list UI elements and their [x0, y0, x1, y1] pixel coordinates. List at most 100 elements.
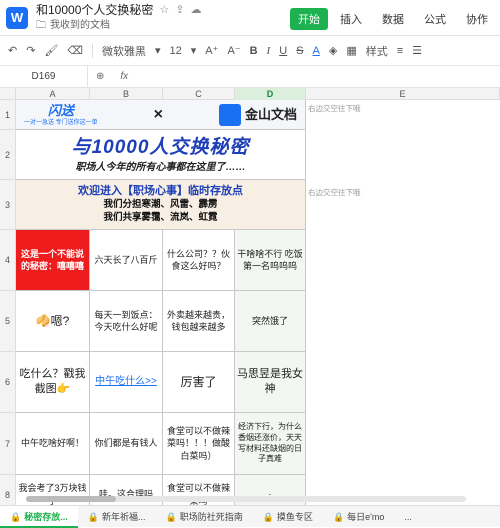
shansong-logo-text: 闪送: [47, 102, 74, 118]
lock-icon: 🔒: [10, 511, 22, 522]
row-header-6[interactable]: 6: [0, 352, 16, 413]
banner-logo-row: 闪送 一对一急送 专门送你这一单 × 金山文档: [16, 100, 306, 130]
side-note-1: 右边交空往下哦: [308, 104, 361, 113]
sheet-tab-guide[interactable]: 🔒 职场防社死指南: [155, 506, 252, 528]
row-header-8[interactable]: 8: [0, 475, 16, 505]
spreadsheet-grid[interactable]: A B C D E 1 2 3 4 5 6 7 8 闪送 一对一急送 专门送你这…: [0, 88, 500, 505]
menu-collab[interactable]: 协作: [458, 8, 496, 30]
underline-button[interactable]: U: [279, 45, 287, 57]
document-title[interactable]: 和10000个人交换秘密: [36, 3, 153, 17]
fill-color-icon[interactable]: ◈: [329, 44, 337, 57]
menu-start[interactable]: 开始: [290, 8, 328, 30]
column-header-e[interactable]: E: [306, 88, 500, 100]
horizontal-scrollbar[interactable]: [26, 496, 466, 502]
menu-formula[interactable]: 公式: [416, 8, 454, 30]
increase-font-icon[interactable]: A⁺: [205, 44, 218, 57]
column-header-a[interactable]: A: [16, 88, 90, 100]
cell-b7[interactable]: 你们都是有钱人: [90, 413, 163, 475]
side-note-2: 右边交空往下哦: [308, 188, 361, 197]
cell-a5[interactable]: 🥠嗯?: [16, 291, 90, 352]
welcome-line-3: 我们共享雾霭、流岚、虹霓: [103, 211, 218, 223]
cell-b4[interactable]: 六天长了八百斤: [90, 230, 163, 291]
chevron-down-icon[interactable]: ▾: [155, 44, 161, 57]
cell-b6-link[interactable]: 中午吃什么>>: [90, 352, 163, 413]
cell-c6[interactable]: 厉害了: [163, 352, 235, 413]
cell-a7[interactable]: 中午吃啥好啊！: [16, 413, 90, 475]
lock-icon: 🔒: [87, 511, 99, 522]
cell-d5[interactable]: 突然饿了: [235, 291, 306, 352]
title-bar: W 和10000个人交换秘密 ☆ ⇪ ☁ 🗀 我收到的文档 开始 插入 数据 公…: [0, 0, 500, 36]
times-symbol: ×: [153, 105, 163, 123]
zoom-icon[interactable]: ⊕: [88, 71, 112, 82]
welcome-cell[interactable]: 欢迎进入【职场心事】临时存放点 我们分担寒潮、风雷、霹雳 我们共享雾霭、流岚、虹…: [16, 180, 306, 230]
align-left-icon[interactable]: ≡: [397, 45, 403, 57]
undo-icon[interactable]: ↶: [8, 44, 17, 57]
column-header-d[interactable]: D: [235, 88, 306, 100]
menu-insert[interactable]: 插入: [332, 8, 370, 30]
bold-button[interactable]: B: [250, 45, 258, 57]
share-icon[interactable]: ⇪: [175, 4, 184, 17]
folder-icon: 🗀: [36, 19, 46, 31]
wps-logo-icon[interactable]: W: [6, 6, 28, 29]
lock-icon: 🔒: [262, 511, 274, 522]
column-header-row: A B C D E: [0, 88, 500, 100]
formula-bar: D169 ⊕ fx: [0, 66, 500, 88]
cell-c5[interactable]: 外卖越来越贵，钱包越来越多: [163, 291, 235, 352]
format-toolbar: ↶ ↷ 🖌 ⌫ 微软雅黑 ▾ 12 ▾ A⁺ A⁻ B I U S A ◈ ▦ …: [0, 36, 500, 66]
cell-a6[interactable]: 吃什么？戳我截图👉: [16, 352, 90, 413]
sheet-tab-fish[interactable]: 🔒 摸鱼专区: [253, 506, 323, 528]
cell-c7[interactable]: 食堂可以不做辣菜吗！！！做酸白菜吗）: [163, 413, 235, 475]
eraser-icon[interactable]: ⌫: [67, 44, 83, 57]
star-icon[interactable]: ☆: [159, 4, 169, 17]
redo-icon[interactable]: ↷: [26, 44, 35, 57]
welcome-line-2: 我们分担寒潮、风雷、霹雳: [103, 199, 218, 211]
strike-button[interactable]: S: [296, 45, 303, 57]
headline-cell[interactable]: 与10000人交换秘密 职场人今年的所有心事都在这里了……: [16, 130, 306, 180]
cell-d4[interactable]: 干啥啥不行 吃饭第一名呜呜呜: [235, 230, 306, 291]
cell-reference-box[interactable]: D169: [0, 66, 88, 87]
cell-b5[interactable]: 每天一到饭点：今天吃什么好呢: [90, 291, 163, 352]
cell-a4[interactable]: 这是一个不能说的秘密：嘻嘻嘻: [16, 230, 90, 291]
document-title-block: 和10000个人交换秘密 ☆ ⇪ ☁ 🗀 我收到的文档: [36, 3, 201, 31]
divider: [91, 43, 93, 58]
border-icon[interactable]: ▦: [346, 44, 356, 57]
folder-label[interactable]: 我收到的文档: [50, 20, 110, 32]
kdocs-icon: [218, 103, 241, 126]
chevron-down-icon[interactable]: ▾: [191, 44, 197, 57]
row-header-2[interactable]: 2: [0, 130, 16, 180]
style-button[interactable]: 样式: [366, 43, 388, 59]
shansong-logo: 闪送 一对一急送 专门送你这一单: [24, 102, 98, 128]
scrollbar-thumb[interactable]: [26, 496, 116, 502]
select-all-corner[interactable]: [0, 88, 16, 100]
sheet-tab-newyear[interactable]: 🔒 新年祈福...: [78, 506, 156, 528]
italic-button[interactable]: I: [267, 45, 271, 57]
column-header-b[interactable]: B: [90, 88, 163, 100]
align-center-icon[interactable]: ☰: [412, 44, 422, 57]
format-painter-icon[interactable]: 🖌: [44, 44, 58, 57]
row-header-4[interactable]: 4: [0, 230, 16, 291]
sheet-tab-more[interactable]: ...: [394, 506, 422, 528]
font-color-button[interactable]: A: [313, 45, 320, 57]
decrease-font-icon[interactable]: A⁻: [227, 44, 240, 57]
kdocs-logo: 金山文档: [218, 103, 297, 126]
fx-icon[interactable]: fx: [112, 71, 136, 82]
font-select[interactable]: 微软雅黑: [102, 43, 146, 59]
cell-d7[interactable]: 经济下行，为什么香烟还涨价，天天写材料还缺烟的日子真难: [235, 413, 306, 475]
welcome-line-1: 欢迎进入【职场心事】临时存放点: [78, 185, 243, 198]
font-size-select[interactable]: 12: [170, 45, 182, 57]
sheet-tab-emo[interactable]: 🔒 每日e'mo: [323, 506, 394, 528]
sheet-tab-bar: 🔒 秘密存放... 🔒 新年祈福... 🔒 职场防社死指南 🔒 摸鱼专区 🔒 每日e'mo…: [0, 505, 500, 528]
lock-icon: 🔒: [165, 511, 177, 522]
cell-d6[interactable]: 马思昱是我女神: [235, 352, 306, 413]
cell-c4[interactable]: 什么公司？？伙食这么好吗？: [163, 230, 235, 291]
main-menu: 开始 插入 数据 公式 协作: [290, 8, 496, 30]
row-header-1[interactable]: 1: [0, 100, 16, 130]
menu-data[interactable]: 数据: [374, 8, 412, 30]
row-header-5[interactable]: 5: [0, 291, 16, 352]
row-header-7[interactable]: 7: [0, 413, 16, 475]
row-header-3[interactable]: 3: [0, 180, 16, 230]
lock-icon: 🔒: [332, 511, 345, 522]
column-header-c[interactable]: C: [163, 88, 235, 100]
sheet-tab-secret[interactable]: 🔒 秘密存放...: [0, 505, 78, 528]
cloud-icon[interactable]: ☁: [190, 4, 201, 17]
